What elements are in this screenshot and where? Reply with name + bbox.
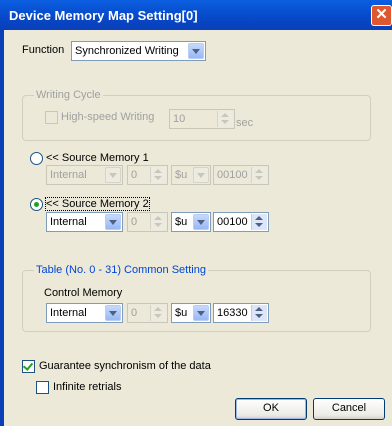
writing-cycle-value: 10 <box>173 113 186 125</box>
control-memory-label: Control Memory <box>44 287 123 299</box>
source1-memory-value: Internal <box>50 169 87 181</box>
source1-address-value: 00100 <box>217 169 248 181</box>
table-address-value: 16330 <box>217 307 248 319</box>
arrow-down-icon <box>255 176 263 180</box>
chevron-down-icon[interactable] <box>193 214 209 230</box>
source-memory-1-radio[interactable] <box>30 152 43 165</box>
table-num-spinner[interactable]: 0 <box>127 303 168 323</box>
arrow-down-icon <box>255 223 263 227</box>
source1-memory-select[interactable]: Internal <box>46 165 123 185</box>
chevron-down-icon[interactable] <box>193 305 209 321</box>
source2-address-value: 00100 <box>217 216 248 228</box>
table-memory-select[interactable]: Internal <box>46 303 123 323</box>
source1-num-value: 0 <box>131 169 138 181</box>
high-speed-checkbox[interactable] <box>45 111 58 124</box>
close-button[interactable]: ✕ <box>371 5 392 26</box>
radio-selected-dot <box>34 202 39 207</box>
source2-memory-select[interactable]: Internal <box>46 212 123 232</box>
function-label: Function <box>22 44 65 56</box>
guarantee-sync-label: Guarantee synchronism of the data <box>39 360 211 372</box>
infinite-retrials-checkbox[interactable] <box>36 381 49 394</box>
chevron-down-icon[interactable] <box>105 214 121 230</box>
dialog-window: Device Memory Map Setting[0] ✕ Function … <box>0 0 392 426</box>
spinner-buttons[interactable] <box>150 167 166 183</box>
function-value: Synchronized Writing <box>75 45 179 57</box>
arrow-down-icon <box>221 120 229 124</box>
chevron-down-icon[interactable] <box>193 167 209 183</box>
arrow-down-icon <box>255 314 263 318</box>
source2-type-select[interactable]: $u <box>171 212 211 232</box>
table-num-value: 0 <box>131 307 138 319</box>
cancel-button[interactable]: Cancel <box>313 398 385 420</box>
arrow-down-icon <box>154 176 162 180</box>
writing-cycle-spinner[interactable]: 10 <box>169 109 235 129</box>
checkmark-icon <box>22 360 34 371</box>
title-bar[interactable]: Device Memory Map Setting[0] ✕ <box>0 0 392 30</box>
source2-memory-value: Internal <box>50 216 87 228</box>
source1-address-spinner[interactable]: 00100 <box>213 165 269 185</box>
spinner-buttons[interactable] <box>150 305 166 321</box>
table-type-value: $u <box>175 307 188 319</box>
table-type-select[interactable]: $u <box>171 303 211 323</box>
guarantee-sync-checkbox[interactable] <box>22 360 35 373</box>
source1-type-select[interactable]: $u <box>171 165 211 185</box>
source1-num-spinner[interactable]: 0 <box>127 165 168 185</box>
source-memory-2-radio[interactable] <box>30 198 43 211</box>
window-frame <box>0 30 4 426</box>
ok-button[interactable]: OK <box>235 398 307 420</box>
chevron-down-icon[interactable] <box>188 43 204 59</box>
high-speed-label: High-speed Writing <box>61 111 155 123</box>
arrow-up-icon <box>154 307 162 311</box>
source2-address-spinner[interactable]: 00100 <box>213 212 269 232</box>
chevron-down-icon[interactable] <box>105 305 121 321</box>
arrow-down-icon <box>154 223 162 227</box>
source2-num-spinner[interactable]: 0 <box>127 212 168 232</box>
writing-cycle-title: Writing Cycle <box>34 89 103 101</box>
spinner-buttons[interactable] <box>251 305 267 321</box>
source2-num-value: 0 <box>131 216 138 228</box>
source-memory-1-label: << Source Memory 1 <box>46 152 149 164</box>
writing-cycle-unit: sec <box>236 117 254 129</box>
spinner-buttons[interactable] <box>251 167 267 183</box>
source-memory-2-label: << Source Memory 2 <box>45 197 150 211</box>
spinner-buttons[interactable] <box>217 111 233 127</box>
spinner-buttons[interactable] <box>150 214 166 230</box>
spinner-buttons[interactable] <box>251 214 267 230</box>
arrow-up-icon <box>154 216 162 220</box>
arrow-up-icon <box>255 307 263 311</box>
table-memory-value: Internal <box>50 307 87 319</box>
arrow-up-icon <box>255 169 263 173</box>
infinite-retrials-label: Infinite retrials <box>53 381 122 393</box>
close-icon: ✕ <box>375 6 388 23</box>
arrow-up-icon <box>221 113 229 117</box>
window-title: Device Memory Map Setting[0] <box>9 8 198 23</box>
arrow-up-icon <box>255 216 263 220</box>
table-address-spinner[interactable]: 16330 <box>213 303 269 323</box>
chevron-down-icon[interactable] <box>105 167 121 183</box>
function-select[interactable]: Synchronized Writing <box>71 41 206 61</box>
arrow-down-icon <box>154 314 162 318</box>
table-common-title: Table (No. 0 - 31) Common Setting <box>34 264 208 276</box>
source1-type-value: $u <box>175 169 188 181</box>
arrow-up-icon <box>154 169 162 173</box>
source2-type-value: $u <box>175 216 188 228</box>
